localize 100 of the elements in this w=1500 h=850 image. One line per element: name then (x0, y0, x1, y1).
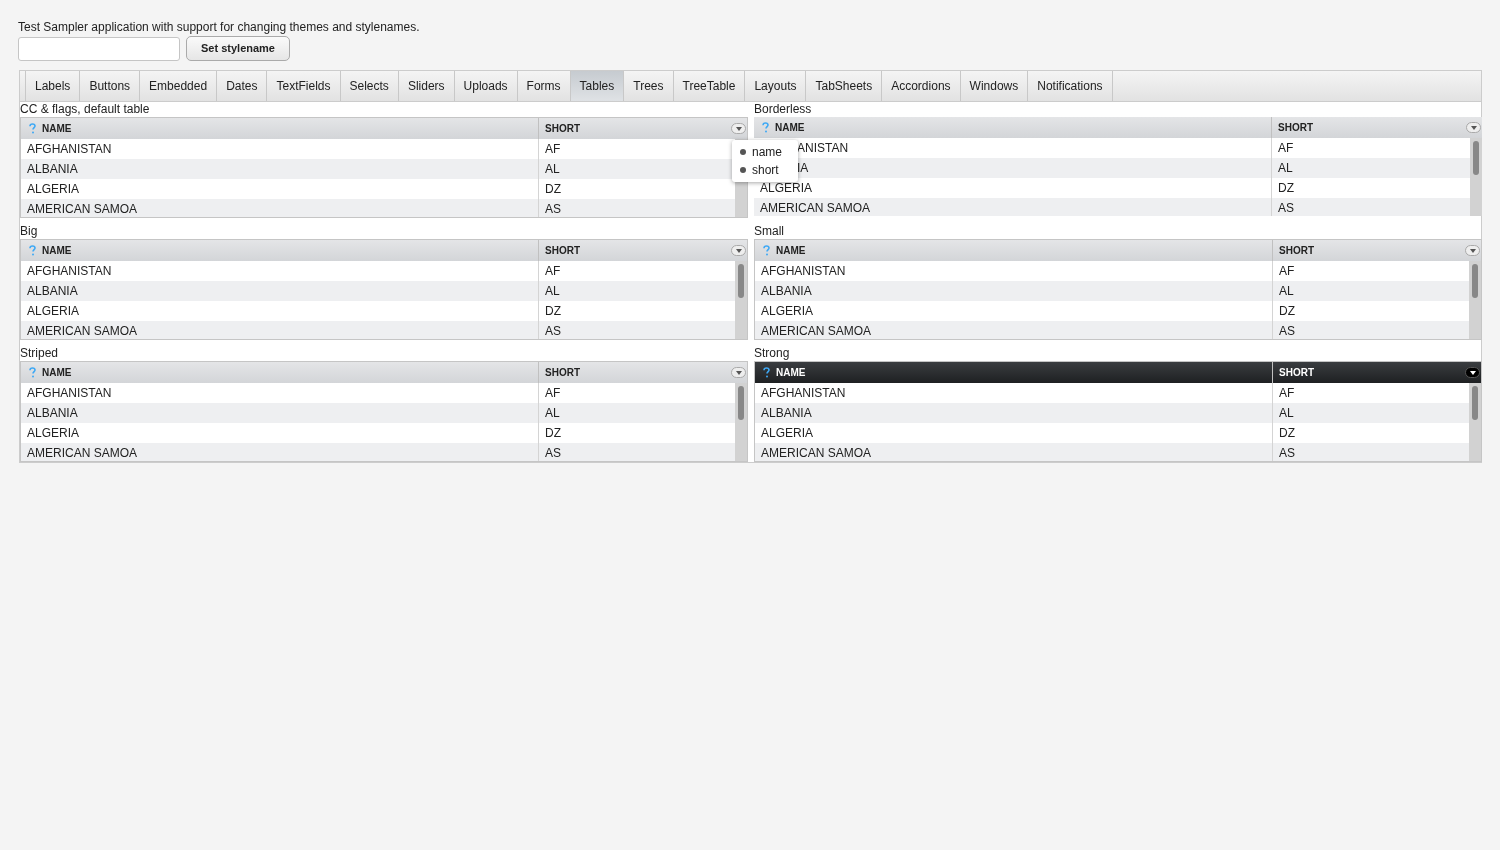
tab[interactable]: Tables (569, 71, 624, 101)
table-caption: Big (20, 224, 38, 239)
stylename-field[interactable] (18, 36, 180, 61)
table-cell-text: DZ (1279, 303, 1295, 320)
column-header[interactable]: NAME (776, 365, 806, 380)
scrollbar[interactable] (1469, 383, 1481, 461)
table-caption: Small (754, 224, 784, 239)
scrollbar-thumb[interactable] (738, 264, 744, 298)
tab[interactable]: TabSheets (805, 71, 882, 101)
table-cell-text: ALGERIA (27, 303, 80, 320)
column-header[interactable]: NAME (42, 243, 72, 258)
column-header[interactable]: SHORT (545, 365, 580, 380)
set-stylename-button[interactable]: Set stylename (186, 36, 290, 61)
table-cell-text: AF (545, 141, 561, 158)
column-header[interactable]: SHORT (1278, 120, 1313, 135)
caret-icon (1469, 370, 1476, 375)
tab[interactable]: Buttons (79, 71, 140, 101)
column-header[interactable]: NAME (42, 365, 72, 380)
column-header[interactable]: SHORT (1279, 365, 1314, 380)
table-caption: Borderless (754, 102, 812, 117)
table-cell-text: AL (545, 161, 560, 178)
tab[interactable]: TextFields (266, 71, 340, 101)
table-cell-text: ALBANIA (27, 161, 78, 178)
table-cell-text: AF (545, 263, 561, 280)
tab[interactable]: Embedded (139, 71, 217, 101)
tab[interactable]: Selects (339, 71, 398, 101)
table-cell-text: AFGHANISTAN (27, 385, 112, 402)
table-cell-text: AS (545, 445, 561, 461)
table-cell-text: ALBANIA (27, 405, 78, 422)
table-cell-text: AF (1279, 263, 1295, 280)
column-header[interactable]: SHORT (545, 243, 580, 258)
tab[interactable]: Trees (623, 71, 673, 101)
column-menu-button[interactable] (1465, 245, 1480, 256)
scrollbar[interactable] (1470, 138, 1482, 216)
column-header[interactable]: NAME (776, 243, 806, 258)
column-menu-button[interactable] (731, 245, 746, 256)
table-cell-text: AS (1278, 200, 1294, 216)
column-header[interactable]: SHORT (1279, 243, 1314, 258)
table-cell-text: AFGHANISTAN (761, 385, 846, 402)
table-caption: CC & flags, default table (20, 102, 150, 117)
table-caption: Striped (20, 346, 59, 361)
tab[interactable]: Sliders (397, 71, 454, 101)
scrollbar-thumb[interactable] (1472, 264, 1478, 298)
tab[interactable]: Windows (959, 71, 1028, 101)
table-cell-text: AFGHANISTAN (761, 263, 846, 280)
tab[interactable]: Uploads (453, 71, 517, 101)
column-menu-button[interactable] (1466, 122, 1481, 133)
column-header[interactable]: NAME (775, 120, 805, 135)
table-cell-text: DZ (545, 303, 561, 320)
table-cell-text: AL (1278, 160, 1293, 177)
help-icon (29, 367, 36, 378)
caret-icon (735, 370, 742, 375)
table-cell-text: ALGERIA (27, 181, 80, 198)
caret-icon (735, 126, 742, 131)
table-cell-text: AMERICAN SAMOA (761, 323, 871, 339)
column-header[interactable]: SHORT (545, 121, 580, 136)
tab[interactable]: Dates (216, 71, 267, 101)
table-cell-text: IA (797, 160, 809, 177)
scrollbar[interactable] (735, 261, 747, 339)
column-menu-button[interactable] (731, 367, 746, 378)
table-cell-text: ALGERIA (761, 425, 814, 442)
scrollbar[interactable] (1469, 261, 1481, 339)
column-header[interactable]: NAME (42, 121, 72, 136)
table-cell-text: AMERICAN SAMOA (27, 323, 137, 339)
scrollbar-thumb[interactable] (1472, 386, 1478, 420)
table-cell-text: AS (545, 201, 561, 217)
column-menu-button[interactable] (731, 123, 746, 134)
table-cell-text: AL (545, 283, 560, 300)
table-cell-text: ALGERIA (760, 180, 813, 197)
tab[interactable]: Layouts (744, 71, 806, 101)
tab[interactable]: Accordions (881, 71, 960, 101)
table-cell-text: AS (1279, 323, 1295, 339)
table-cell-text: DZ (545, 425, 561, 442)
table-cell-text: AF (545, 385, 561, 402)
table-cell-text: AMERICAN SAMOA (27, 445, 137, 461)
table-cell-text: AFGHANISTAN (27, 141, 112, 158)
tab[interactable]: Notifications (1027, 71, 1113, 101)
column-menu-button[interactable] (1465, 367, 1480, 378)
table-cell-text: DZ (1279, 425, 1295, 442)
table-cell-text: ALGERIA (27, 425, 80, 442)
scrollbar[interactable] (735, 383, 747, 461)
table-cell-text: ALBANIA (27, 283, 78, 300)
menu-item[interactable]: name (732, 143, 798, 161)
scrollbar-thumb[interactable] (1473, 141, 1479, 175)
table-caption: Strong (754, 346, 790, 361)
help-icon (763, 245, 770, 256)
intro-text: Test Sampler application with support for changing themes and stylenames. (18, 19, 421, 36)
table-cell-text: AMERICAN SAMOA (761, 445, 871, 461)
table-cell-text: AL (1279, 405, 1294, 422)
tab[interactable]: TreeTable (672, 71, 745, 101)
table-cell-text: AFGHANISTAN (27, 263, 112, 280)
table-cell-text: ALBANIA (761, 283, 812, 300)
tab[interactable]: Labels (25, 71, 80, 101)
menu-item[interactable]: short (732, 161, 798, 179)
table-cell-text: AS (1279, 445, 1295, 461)
caret-icon (735, 248, 742, 253)
scrollbar-thumb[interactable] (738, 386, 744, 420)
tab[interactable]: Forms (516, 71, 570, 101)
table-cell-text: ANISTAN (797, 140, 849, 157)
table-cell-text: DZ (1278, 180, 1294, 197)
